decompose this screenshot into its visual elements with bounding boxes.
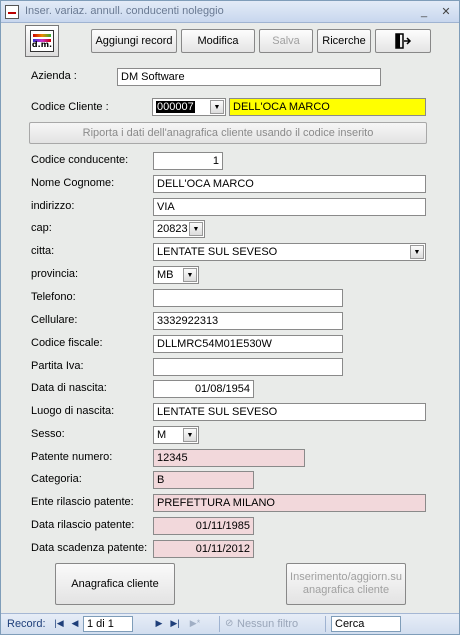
navbar-divider [325,616,326,632]
logo-text: d.m. [31,40,53,49]
codice-cliente-value: 000007 [156,101,195,113]
codice-fiscale-field[interactable]: DLLMRC54M01E530W [153,335,343,353]
add-record-button[interactable]: Aggiungi record [91,29,177,53]
provincia-value: MB [157,269,174,281]
minimize-button[interactable]: _ [417,5,431,19]
exit-door-icon [395,33,412,49]
azienda-label: Azienda : [31,70,77,82]
anagrafica-cliente-button[interactable]: Anagrafica cliente [55,563,175,605]
record-label: Record: [7,618,46,630]
citta-value: LENTATE SUL SEVESO [157,246,278,258]
inserimento-anagrafica-label: Inserimento/aggiorn.su anagrafica client… [290,571,402,596]
patente-numero-label: Patente numero: [31,451,113,463]
sesso-combo[interactable]: M ▼ [153,426,199,444]
ente-rilascio-field[interactable]: PREFETTURA MILANO [153,494,426,512]
cellulare-field[interactable]: 3332922313 [153,312,343,330]
luogo-nascita-label: Luogo di nascita: [31,405,115,417]
cap-value: 20823 [157,223,188,235]
title-bar: Inser. variaz. annull. conducenti nolegg… [1,1,459,23]
save-button[interactable]: Salva [259,29,313,53]
indirizzo-field[interactable]: VIA [153,198,426,216]
cliente-name-field: DELL'OCA MARCO [229,98,426,116]
codice-cliente-label: Codice Cliente : [31,101,109,113]
cap-label: cap: [31,222,52,234]
filter-status[interactable]: Nessun filtro [237,618,298,630]
patente-numero-field[interactable]: 12345 [153,449,305,467]
codice-conducente-field[interactable]: 1 [153,152,223,170]
chevron-down-icon[interactable]: ▼ [210,100,224,114]
citta-combo[interactable]: LENTATE SUL SEVESO ▼ [153,243,426,261]
nome-cognome-field[interactable]: DELL'OCA MARCO [153,175,426,193]
data-nascita-label: Data di nascita: [31,382,107,394]
cellulare-label: Cellulare: [31,314,78,326]
codice-fiscale-label: Codice fiscale: [31,337,103,349]
reload-customer-data-button[interactable]: Riporta i dati dell'anagrafica cliente u… [29,122,427,144]
previous-record-icon[interactable]: ◀ [69,618,81,629]
record-navigation-bar: Record: |◀ ◀ 1 di 1 ▶ ▶| ▶* ⊘ Nessun fil… [1,613,459,634]
partita-iva-label: Partita Iva: [31,360,84,372]
data-scadenza-field[interactable]: 01/11/2012 [153,540,254,558]
data-scadenza-label: Data scadenza patente: [31,542,148,554]
partita-iva-field[interactable] [153,358,343,376]
provincia-combo[interactable]: MB ▼ [153,266,199,284]
chevron-down-icon[interactable]: ▼ [183,428,197,442]
indirizzo-label: indirizzo: [31,200,75,212]
nome-cognome-label: Nome Cognome: [31,177,115,189]
window-title: Inser. variaz. annull. conducenti nolegg… [25,5,224,17]
navbar-divider [219,616,220,632]
search-button[interactable]: Ricerche [317,29,371,53]
filter-icon: ⊘ [225,618,234,629]
sesso-value: M [157,429,167,441]
chevron-down-icon[interactable]: ▼ [410,245,424,259]
exit-button[interactable] [375,29,431,53]
azienda-field[interactable]: DM Software [117,68,381,86]
data-rilascio-label: Data rilascio patente: [31,519,135,531]
codice-cliente-combo[interactable]: 000007 ▼ [152,98,226,116]
logo-button[interactable]: d.m. [25,25,59,57]
next-record-icon[interactable]: ▶ [153,618,165,629]
last-record-icon[interactable]: ▶| [169,618,181,629]
main-window: Inser. variaz. annull. conducenti nolegg… [0,0,460,635]
ente-rilascio-label: Ente rilascio patente: [31,496,134,508]
chevron-down-icon[interactable]: ▼ [183,268,197,282]
provincia-label: provincia: [31,268,79,280]
inserimento-anagrafica-button[interactable]: Inserimento/aggiorn.su anagrafica client… [286,563,406,605]
new-record-icon[interactable]: ▶* [189,618,201,629]
chevron-down-icon[interactable]: ▼ [189,222,203,236]
first-record-icon[interactable]: |◀ [53,618,65,629]
record-position-field[interactable]: 1 di 1 [83,616,133,632]
codice-conducente-label: Codice conducente: [31,154,129,166]
data-rilascio-field[interactable]: 01/11/1985 [153,517,254,535]
telefono-field[interactable] [153,289,343,307]
categoria-label: Categoria: [31,473,82,485]
search-input[interactable]: Cerca [331,616,401,632]
modify-button[interactable]: Modifica [181,29,255,53]
categoria-field[interactable]: B [153,471,254,489]
data-nascita-field[interactable]: 01/08/1954 [153,380,254,398]
telefono-label: Telefono: [31,291,76,303]
anagrafica-cliente-label: Anagrafica cliente [71,577,159,590]
sesso-label: Sesso: [31,428,65,440]
cap-combo[interactable]: 20823 ▼ [153,220,205,238]
citta-label: citta: [31,245,55,257]
app-icon [5,5,19,19]
close-button[interactable]: ✕ [439,5,453,19]
luogo-nascita-field[interactable]: LENTATE SUL SEVESO [153,403,426,421]
